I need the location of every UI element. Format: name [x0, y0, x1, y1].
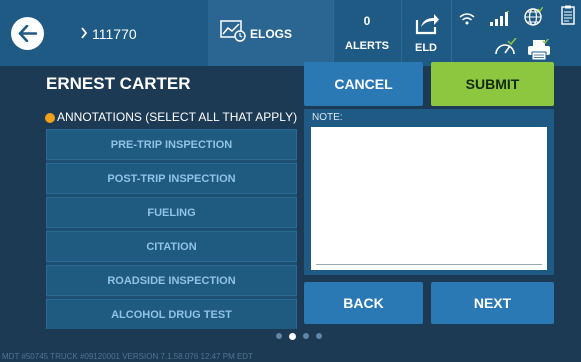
alerts-tab[interactable]: 0 ALERTS — [333, 0, 401, 66]
annotation-option[interactable]: POST-TRIP INSPECTION — [46, 163, 297, 194]
back-nav-button[interactable]: BACK — [304, 282, 423, 324]
signal-bars-icon — [490, 11, 510, 26]
next-nav-button[interactable]: NEXT — [431, 282, 554, 324]
gauge-icon — [495, 38, 517, 55]
page-indicator — [276, 332, 326, 341]
eld-label: ELD — [415, 42, 437, 54]
cancel-button[interactable]: CANCEL — [304, 62, 423, 106]
globe-icon — [524, 7, 543, 26]
status-footer: MDT #50745 TRUCK #09120001 VERSION 7.1.5… — [2, 352, 253, 361]
page-dot-active[interactable] — [289, 332, 296, 340]
submit-button[interactable]: SUBMIT — [431, 62, 554, 106]
alerts-label: ALERTS — [345, 40, 389, 52]
status-icons — [455, 4, 581, 64]
back-button[interactable] — [11, 17, 44, 50]
chevron-right-icon — [81, 27, 88, 39]
driver-name: ERNEST CARTER — [46, 74, 191, 93]
top-bar: 111770 ELOGS 0 ALERTS ELD — [0, 0, 581, 66]
note-underline — [316, 264, 542, 265]
page-dot[interactable] — [276, 333, 282, 339]
note-panel: NOTE: — [304, 109, 554, 275]
truck-id[interactable]: 111770 — [92, 26, 137, 42]
required-dot-icon — [45, 113, 55, 123]
alerts-count: 0 — [363, 14, 371, 28]
annotation-option[interactable]: PRE-TRIP INSPECTION — [46, 129, 297, 160]
eld-tab[interactable]: ELD — [401, 0, 451, 66]
annotations-list[interactable]: PRE-TRIP INSPECTION POST-TRIP INSPECTION… — [46, 129, 297, 329]
note-label: NOTE: — [312, 112, 343, 123]
share-export-icon — [415, 14, 439, 35]
annotations-heading: ANNOTATIONS (SELECT ALL THAT APPLY) — [57, 110, 298, 124]
back-arrow-icon — [18, 25, 37, 42]
annotation-option[interactable]: CITATION — [46, 231, 297, 262]
elogs-label: ELOGS — [250, 27, 293, 41]
elogs-chart-icon — [220, 20, 246, 42]
elogs-tab[interactable]: ELOGS — [208, 0, 333, 66]
annotation-option[interactable]: ALCOHOL DRUG TEST — [46, 299, 297, 329]
wifi-icon — [459, 13, 475, 25]
clipboard-icon — [561, 5, 575, 25]
annotation-option[interactable]: ROADSIDE INSPECTION — [46, 265, 297, 296]
page-dot[interactable] — [316, 333, 322, 339]
note-field[interactable] — [311, 127, 547, 270]
page-dot[interactable] — [303, 333, 309, 339]
printer-icon — [528, 39, 550, 61]
annotation-option[interactable]: FUELING — [46, 197, 297, 228]
